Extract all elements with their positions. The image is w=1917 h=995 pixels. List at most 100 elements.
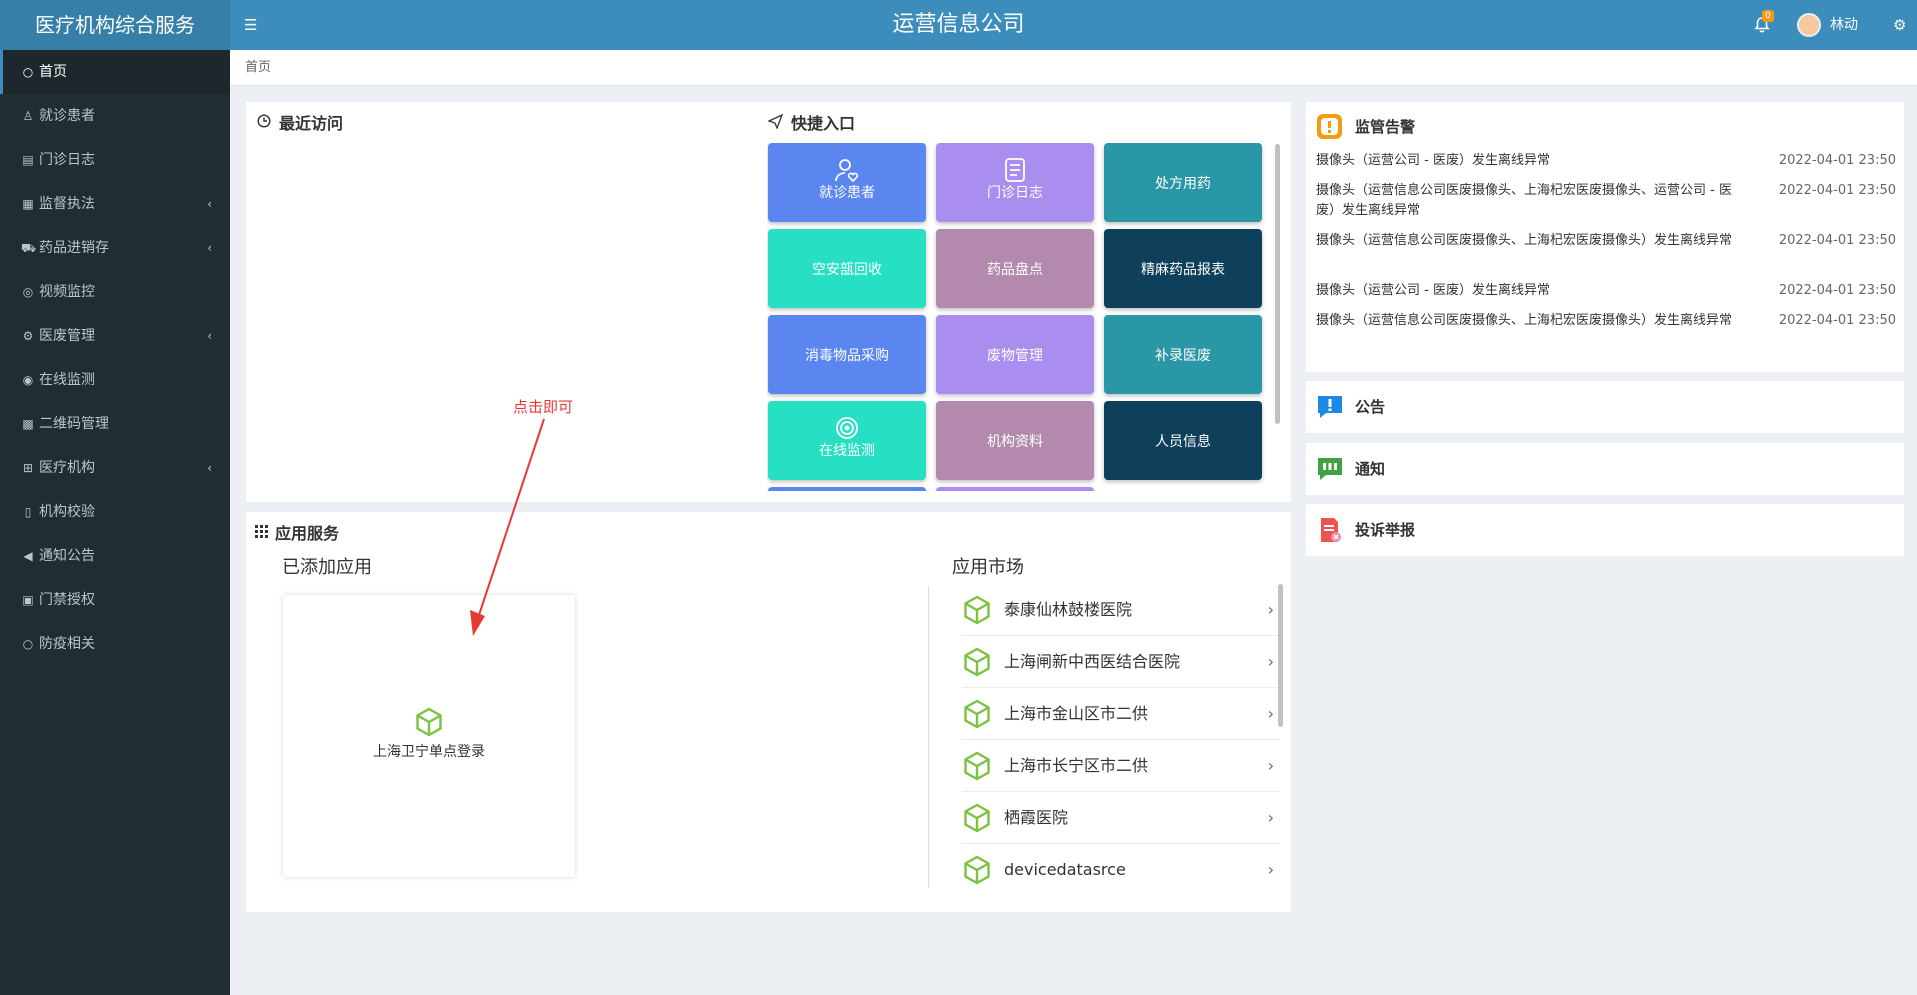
quick-tile[interactable]: 精麻药品报表: [1104, 229, 1262, 308]
gears-icon[interactable]: ⚙: [1893, 16, 1906, 34]
chevron-right-icon[interactable]: ›: [1268, 792, 1274, 844]
target-icon: ◉: [22, 373, 34, 387]
divider: [928, 586, 929, 888]
quick-tile[interactable]: 处方用药: [1104, 143, 1262, 222]
alert-text: 摄像头（运营信息公司医废摄像头、上海杞宏医废摄像头）发生离线异常: [1316, 313, 1733, 328]
sidebar-item-label: 视频监控: [39, 284, 95, 300]
quick-scrollbar[interactable]: [1275, 144, 1280, 424]
sidebar-item[interactable]: ⛟ 药品进销存 ‹: [0, 226, 230, 270]
quick-tile-label: 处方用药: [1155, 176, 1211, 192]
quick-tile[interactable]: 在线监测: [768, 401, 926, 480]
announcement-card[interactable]: 公告: [1306, 381, 1904, 433]
qrcode-icon: ▩: [22, 417, 34, 431]
quick-tile-label: 就诊患者: [819, 185, 875, 201]
quick-tile[interactable]: 空安瓿回收: [768, 229, 926, 308]
sidebar-item[interactable]: ◉ 在线监测: [0, 358, 230, 402]
chevron-right-icon[interactable]: ›: [1268, 584, 1274, 636]
market-item[interactable]: devicedatasrce ›: [962, 844, 1280, 888]
market-item[interactable]: 上海市金山区市二供 ›: [962, 688, 1280, 740]
sidebar-item[interactable]: ⊞ 医疗机构 ‹: [0, 446, 230, 490]
sidebar-item[interactable]: ▩ 二维码管理: [0, 402, 230, 446]
quick-tile[interactable]: 废物管理: [936, 315, 1094, 394]
alert-time: 2022-04-01 23:50: [1778, 183, 1896, 198]
sidebar-item[interactable]: ⚙ 医废管理 ‹: [0, 314, 230, 358]
sidebar-item[interactable]: ◎ 视频监控: [0, 270, 230, 314]
sidebar-item-label: 门禁授权: [39, 592, 95, 608]
alert-time: 2022-04-01 23:50: [1778, 233, 1896, 248]
briefcase-icon: ▣: [22, 593, 34, 607]
top-header: 医疗机构综合服务 ☰ 运营信息公司 0 林动 ⚙: [0, 0, 1917, 50]
notice-card[interactable]: 通知: [1306, 443, 1904, 495]
quick-tile-partial[interactable]: [768, 487, 926, 491]
announcement-icon: [1318, 396, 1342, 418]
market-scrollbar[interactable]: [1278, 584, 1283, 727]
market-item[interactable]: 上海闸新中西医结合医院 ›: [962, 636, 1280, 688]
sidebar-item-label: 防疫相关: [39, 636, 95, 652]
clipboard-icon: ▦: [22, 197, 34, 211]
quick-tile[interactable]: 补录医废: [1104, 315, 1262, 394]
target-icon: [836, 417, 858, 439]
quick-tile[interactable]: 消毒物品采购: [768, 315, 926, 394]
complaint-icon: [1321, 518, 1341, 542]
send-icon: [768, 114, 783, 129]
hexagon-box-icon: [964, 647, 990, 677]
sidebar-item[interactable]: ○ 防疫相关: [0, 622, 230, 666]
sidebar-toggle-icon[interactable]: ☰: [244, 17, 257, 33]
quick-tile-label: 门诊日志: [987, 185, 1043, 201]
market-item-label: 泰康仙林鼓楼医院: [1004, 600, 1133, 619]
announcement-title: 公告: [1355, 398, 1386, 416]
quick-tile[interactable]: 就诊患者: [768, 143, 926, 222]
market-list: 泰康仙林鼓楼医院 › 上海闸新中西医结合医院 › 上海市金山区市二供 › 上海市长宁区市二供…: [940, 584, 1285, 888]
quick-tile[interactable]: 人员信息: [1104, 401, 1262, 480]
quick-tile[interactable]: 门诊日志: [936, 143, 1094, 222]
brand-logo-text[interactable]: 医疗机构综合服务: [0, 0, 230, 50]
sidebar-item[interactable]: ◀ 通知公告: [0, 534, 230, 578]
breadcrumb[interactable]: 首页: [245, 50, 271, 86]
warning-icon: [1317, 114, 1342, 139]
market-item[interactable]: 栖霞医院 ›: [962, 792, 1280, 844]
hexagon-box-icon: [964, 855, 990, 885]
sidebar-item[interactable]: ♙ 就诊患者: [0, 94, 230, 138]
sidebar-item[interactable]: ▯ 机构校验: [0, 490, 230, 534]
chevron-left-icon: ‹: [207, 197, 212, 211]
hexagon-box-icon: [416, 707, 442, 737]
market-item-label: devicedatasrce: [1004, 860, 1126, 879]
quick-title: 快捷入口: [791, 114, 856, 133]
chevron-right-icon[interactable]: ›: [1268, 844, 1274, 888]
chevron-right-icon[interactable]: ›: [1268, 740, 1274, 792]
quick-tile[interactable]: 机构资料: [936, 401, 1094, 480]
username[interactable]: 林动: [1830, 0, 1858, 50]
recent-title: 最近访问: [279, 114, 344, 133]
alert-text: 摄像头（运营公司 - 医废）发生离线异常: [1316, 283, 1550, 298]
annotation-arrow-icon: [470, 418, 545, 636]
chevron-right-icon[interactable]: ›: [1268, 636, 1274, 688]
market-item-label: 上海闸新中西医结合医院: [1004, 652, 1181, 671]
hexagon-box-icon: [964, 751, 990, 781]
notification-badge: 0: [1762, 10, 1774, 22]
log-icon: [1005, 158, 1025, 182]
circle-icon: ○: [22, 637, 34, 651]
clock-icon: [257, 114, 271, 128]
sidebar-item[interactable]: ▦ 监督执法 ‹: [0, 182, 230, 226]
sidebar-item-label: 就诊患者: [39, 108, 95, 124]
sidebar-item[interactable]: ▤ 门诊日志: [0, 138, 230, 182]
user-avatar[interactable]: [1797, 13, 1821, 37]
quick-tile-label: 机构资料: [987, 434, 1043, 450]
quick-tile-label: 在线监测: [819, 443, 875, 459]
alert-text: 摄像头（运营公司 - 医废）发生离线异常: [1316, 153, 1550, 168]
chevron-right-icon[interactable]: ›: [1268, 688, 1274, 740]
market-item[interactable]: 泰康仙林鼓楼医院 ›: [962, 584, 1280, 636]
quick-tile-partial[interactable]: [936, 487, 1094, 491]
hexagon-box-icon: [964, 595, 990, 625]
annotation-text: 点击即可: [513, 398, 574, 416]
market-item[interactable]: 上海市长宁区市二供 ›: [962, 740, 1280, 792]
sidebar-item[interactable]: ○ 首页: [0, 50, 230, 94]
hospital-icon: ⊞: [22, 461, 34, 475]
grid-icon: [255, 525, 268, 538]
complaint-card[interactable]: 投诉举报: [1306, 504, 1904, 556]
quick-tile[interactable]: 药品盘点: [936, 229, 1094, 308]
volume-icon: ◀: [23, 549, 33, 563]
settings-icon: ⚙: [22, 329, 34, 343]
quick-tiles: 就诊患者 门诊日志 处方用药空安瓿回收 药品盘点 精麻药品报表消毒物品采购 废物管理 补录医…: [767, 143, 1275, 491]
sidebar-item[interactable]: ▣ 门禁授权: [0, 578, 230, 622]
